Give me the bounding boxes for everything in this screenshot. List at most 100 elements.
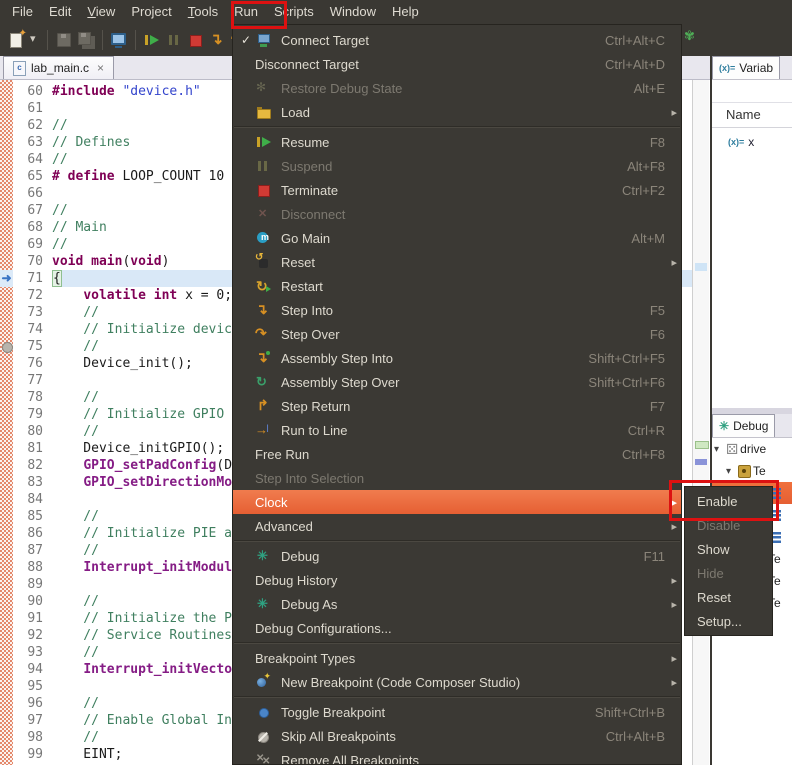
line-number: 96	[27, 696, 43, 711]
menu-item-remove-all-breakpoints[interactable]: Remove All Breakpoints	[233, 748, 681, 765]
menu-separator	[234, 540, 680, 542]
code-segment: //	[52, 237, 68, 252]
submenu-item-hide[interactable]: Hide	[685, 562, 772, 586]
menu-item-label: Go Main	[281, 230, 331, 246]
submenu-arrow-icon: ▸	[671, 652, 677, 665]
menubar-item-window[interactable]: Window	[322, 0, 384, 24]
menu-item-load[interactable]: Load ▸	[233, 100, 681, 124]
menu-item-label: Resume	[281, 134, 330, 150]
variable-icon: (x)=	[728, 137, 745, 147]
code-segment: // Initialize PIE an	[52, 526, 240, 541]
line-number: 68	[27, 220, 43, 235]
menu-item-label: Restart	[281, 278, 323, 294]
submenu-arrow-icon: ▸	[671, 676, 677, 689]
menu-item-suspend[interactable]: Suspend Alt+F8	[233, 154, 681, 178]
overview-ruler[interactable]	[692, 80, 709, 765]
line-number: 89	[27, 577, 43, 592]
menubar-item-edit[interactable]: Edit	[41, 0, 79, 24]
annotation-ruler[interactable]: ➜	[0, 80, 13, 765]
menu-shortcut: Alt+F8	[627, 158, 665, 174]
menubar-item-view[interactable]: View	[79, 0, 123, 24]
tab-debug[interactable]: ✳ Debug	[712, 414, 776, 437]
menu-item-resume[interactable]: Resume F8	[233, 130, 681, 154]
menu-item-step-return[interactable]: Step Return F7	[233, 394, 681, 418]
menu-item-restart[interactable]: Restart	[233, 274, 681, 298]
variables-tab-label: Variab	[739, 61, 774, 75]
menu-item-go-main[interactable]: Go Main Alt+M	[233, 226, 681, 250]
menu-item-new-breakpoint-code-composer-studio[interactable]: New Breakpoint (Code Composer Studio) ▸	[233, 670, 681, 694]
menu-item-terminate[interactable]: Terminate Ctrl+F2	[233, 178, 681, 202]
menu-item-debug-history[interactable]: Debug History ▸	[233, 568, 681, 592]
submenu-item-enable[interactable]: Enable	[685, 490, 772, 514]
new-file-icon[interactable]	[8, 28, 27, 49]
menu-item-restore-debug-state[interactable]: Restore Debug State Alt+E	[233, 76, 681, 100]
menu-item-disconnect[interactable]: Disconnect	[233, 202, 681, 226]
menu-item-debug[interactable]: Debug F11	[233, 544, 681, 568]
menubar-item-tools[interactable]: Tools	[180, 0, 226, 24]
menu-item-assembly-step-over[interactable]: Assembly Step Over Shift+Ctrl+F6	[233, 370, 681, 394]
code-segment: # define	[52, 169, 115, 184]
menubar-item-file[interactable]: File	[4, 0, 41, 24]
debug-tree-row-1[interactable]: ▾ Te	[712, 460, 792, 482]
line-number: 85	[27, 509, 43, 524]
debug-tree-row-0[interactable]: ▾ ⚄ drive	[712, 438, 792, 460]
menu-item-breakpoint-types[interactable]: Breakpoint Types ▸	[233, 646, 681, 670]
menu-item-debug-configurations[interactable]: Debug Configurations...	[233, 616, 681, 640]
save-all-icon[interactable]	[77, 31, 95, 49]
save-icon[interactable]	[55, 31, 73, 49]
submenu-item-setup[interactable]: Setup...	[685, 610, 772, 634]
menu-item-free-run[interactable]: Free Run Ctrl+F8	[233, 442, 681, 466]
code-segment: //	[52, 118, 68, 133]
menu-item-label: Terminate	[281, 182, 339, 198]
menu-item-disconnect-target[interactable]: Disconnect Target Ctrl+Alt+D	[233, 52, 681, 76]
variables-name-column-header[interactable]: Name	[712, 102, 792, 128]
menu-item-run-to-line[interactable]: Run to Line Ctrl+R	[233, 418, 681, 442]
code-segment: void	[130, 254, 162, 269]
menu-item-toggle-breakpoint[interactable]: Toggle Breakpoint Shift+Ctrl+B	[233, 700, 681, 724]
menu-item-advanced[interactable]: Advanced ▸	[233, 514, 681, 538]
line-number: 98	[27, 730, 43, 745]
step-into-icon[interactable]	[209, 30, 227, 49]
code-segment: // Enable Global Int	[52, 713, 240, 728]
terminate-icon[interactable]	[187, 31, 205, 49]
tab-variables[interactable]: (x)= Variab	[712, 56, 781, 79]
menu-item-step-into-selection[interactable]: Step Into Selection	[233, 466, 681, 490]
menu-item-debug-as[interactable]: Debug As ▸	[233, 592, 681, 616]
tab-lab-main-c[interactable]: c lab_main.c ×	[3, 56, 115, 79]
code-segment: void	[52, 254, 84, 269]
pin-icon[interactable]: ✾	[684, 28, 695, 44]
menu-item-skip-all-breakpoints[interactable]: Skip All Breakpoints Ctrl+Alt+B	[233, 724, 681, 748]
menu-item-label: Debug Configurations...	[255, 620, 392, 636]
submenu-item-reset[interactable]: Reset	[685, 586, 772, 610]
menu-item-clock[interactable]: Clock ▸	[233, 490, 681, 514]
submenu-item-show[interactable]: Show	[685, 538, 772, 562]
menubar-item-run[interactable]: Run	[226, 0, 266, 24]
menu-item-label: Run to Line	[281, 422, 348, 438]
menu-item-step-over[interactable]: Step Over F6	[233, 322, 681, 346]
line-number: 70	[27, 254, 43, 269]
menubar-item-project[interactable]: Project	[123, 0, 179, 24]
code-segment: Interrupt_initVector	[83, 662, 240, 677]
debug-monitor-icon[interactable]	[110, 31, 128, 49]
tree-expander-icon[interactable]: ▾	[714, 444, 726, 455]
menu-item-label: Breakpoint Types	[255, 650, 356, 666]
resume-icon[interactable]	[143, 31, 161, 49]
menu-item-label: Assembly Step Into	[281, 350, 393, 366]
line-number: 84	[27, 492, 43, 507]
menu-item-step-into[interactable]: Step Into F5	[233, 298, 681, 322]
menu-item-assembly-step-into[interactable]: Assembly Step Into Shift+Ctrl+F5	[233, 346, 681, 370]
menu-item-label: Free Run	[255, 446, 310, 462]
variable-row[interactable]: (x)= x	[712, 132, 792, 152]
menubar-item-scripts[interactable]: Scripts	[266, 0, 322, 24]
suspend-icon[interactable]	[165, 31, 183, 49]
menu-item-connect-target[interactable]: ✓ Connect Target Ctrl+Alt+C	[233, 28, 681, 52]
menubar-item-help[interactable]: Help	[384, 0, 427, 24]
menu-dropdown-arrow-icon[interactable]	[30, 31, 40, 49]
submenu-item-disable[interactable]: Disable	[685, 514, 772, 538]
menu-item-label: Restore Debug State	[281, 80, 403, 96]
line-number: 80	[27, 424, 43, 439]
menu-item-reset[interactable]: Reset ▸	[233, 250, 681, 274]
tab-close-icon[interactable]: ×	[97, 61, 104, 75]
tree-expander-icon[interactable]: ▾	[726, 466, 738, 477]
menu-shortcut: Ctrl+Alt+C	[605, 32, 665, 48]
